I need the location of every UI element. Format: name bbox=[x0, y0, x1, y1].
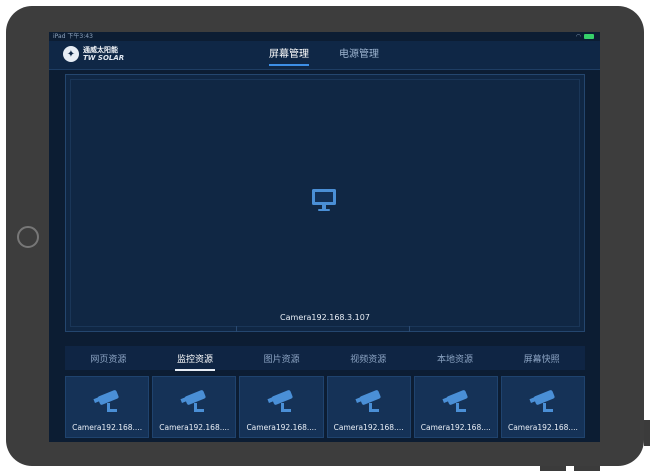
resource-tabs: 网页资源 监控资源 图片资源 视频资源 本地资源 屏幕快照 bbox=[65, 346, 585, 371]
camera-icon bbox=[267, 390, 293, 412]
preview-divider bbox=[236, 326, 237, 332]
preview-camera-label: Camera192.168.3.107 bbox=[280, 313, 370, 322]
camera-card[interactable]: Camera192.168.... bbox=[500, 376, 586, 438]
tab-web-resources[interactable]: 网页资源 bbox=[86, 352, 130, 365]
logo-chinese-text: 通威太阳能 bbox=[83, 46, 118, 54]
tab-power-management[interactable]: 电源管理 bbox=[339, 41, 379, 69]
tab-image-resources[interactable]: 图片资源 bbox=[260, 352, 304, 365]
camera-icon bbox=[529, 390, 555, 412]
top-bar: ✦ 通威太阳能 TW SOLAR 屏幕管理 电源管理 bbox=[49, 41, 600, 70]
camera-label: Camera192.168.... bbox=[72, 423, 143, 432]
camera-label: Camera192.168.... bbox=[333, 423, 404, 432]
brand-logo: ✦ 通威太阳能 TW SOLAR bbox=[63, 46, 124, 62]
bottom-button-right bbox=[574, 466, 600, 471]
camera-label: Camera192.168.... bbox=[420, 423, 491, 432]
camera-card[interactable]: Camera192.168.... bbox=[239, 376, 324, 438]
tab-monitoring-resources[interactable]: 监控资源 bbox=[173, 352, 217, 371]
preview-divider bbox=[409, 326, 410, 332]
camera-icon bbox=[93, 390, 119, 412]
bottom-button-left bbox=[540, 466, 566, 471]
home-button[interactable] bbox=[17, 226, 39, 248]
camera-card[interactable]: Camera192.168.... bbox=[326, 376, 411, 438]
tab-video-resources[interactable]: 视频资源 bbox=[346, 352, 390, 365]
camera-label: Camera192.168.... bbox=[507, 423, 578, 432]
screen-preview-panel[interactable]: Camera192.168.3.107 bbox=[65, 74, 585, 332]
camera-card[interactable]: Camera192.168.... bbox=[65, 376, 150, 438]
camera-list: Camera192.168.... Camera192.168.... Came… bbox=[65, 376, 586, 438]
camera-icon bbox=[442, 390, 468, 412]
tab-screen-management[interactable]: 屏幕管理 bbox=[269, 41, 309, 69]
camera-icon bbox=[180, 390, 206, 412]
camera-card[interactable]: Camera192.168.... bbox=[152, 376, 237, 438]
camera-label: Camera192.168.... bbox=[246, 423, 317, 432]
volume-button bbox=[644, 420, 650, 446]
status-bar: iPad 下午3:43 ◠ bbox=[49, 32, 600, 41]
monitor-icon bbox=[312, 189, 336, 211]
app-screen: iPad 下午3:43 ◠ ✦ 通威太阳能 TW SOLAR 屏幕管理 电源管理… bbox=[49, 32, 600, 442]
camera-icon bbox=[355, 390, 381, 412]
camera-label: Camera192.168.... bbox=[159, 423, 230, 432]
top-nav: 屏幕管理 电源管理 bbox=[269, 41, 379, 69]
status-time: iPad 下午3:43 bbox=[53, 33, 93, 40]
battery-icon bbox=[584, 34, 594, 39]
logo-mark-icon: ✦ bbox=[63, 46, 79, 62]
logo-english-text: TW SOLAR bbox=[83, 54, 125, 62]
wifi-icon: ◠ bbox=[575, 33, 581, 40]
camera-card[interactable]: Camera192.168.... bbox=[413, 376, 498, 438]
tab-screen-snapshots[interactable]: 屏幕快照 bbox=[520, 352, 564, 365]
tab-local-resources[interactable]: 本地资源 bbox=[433, 352, 477, 365]
